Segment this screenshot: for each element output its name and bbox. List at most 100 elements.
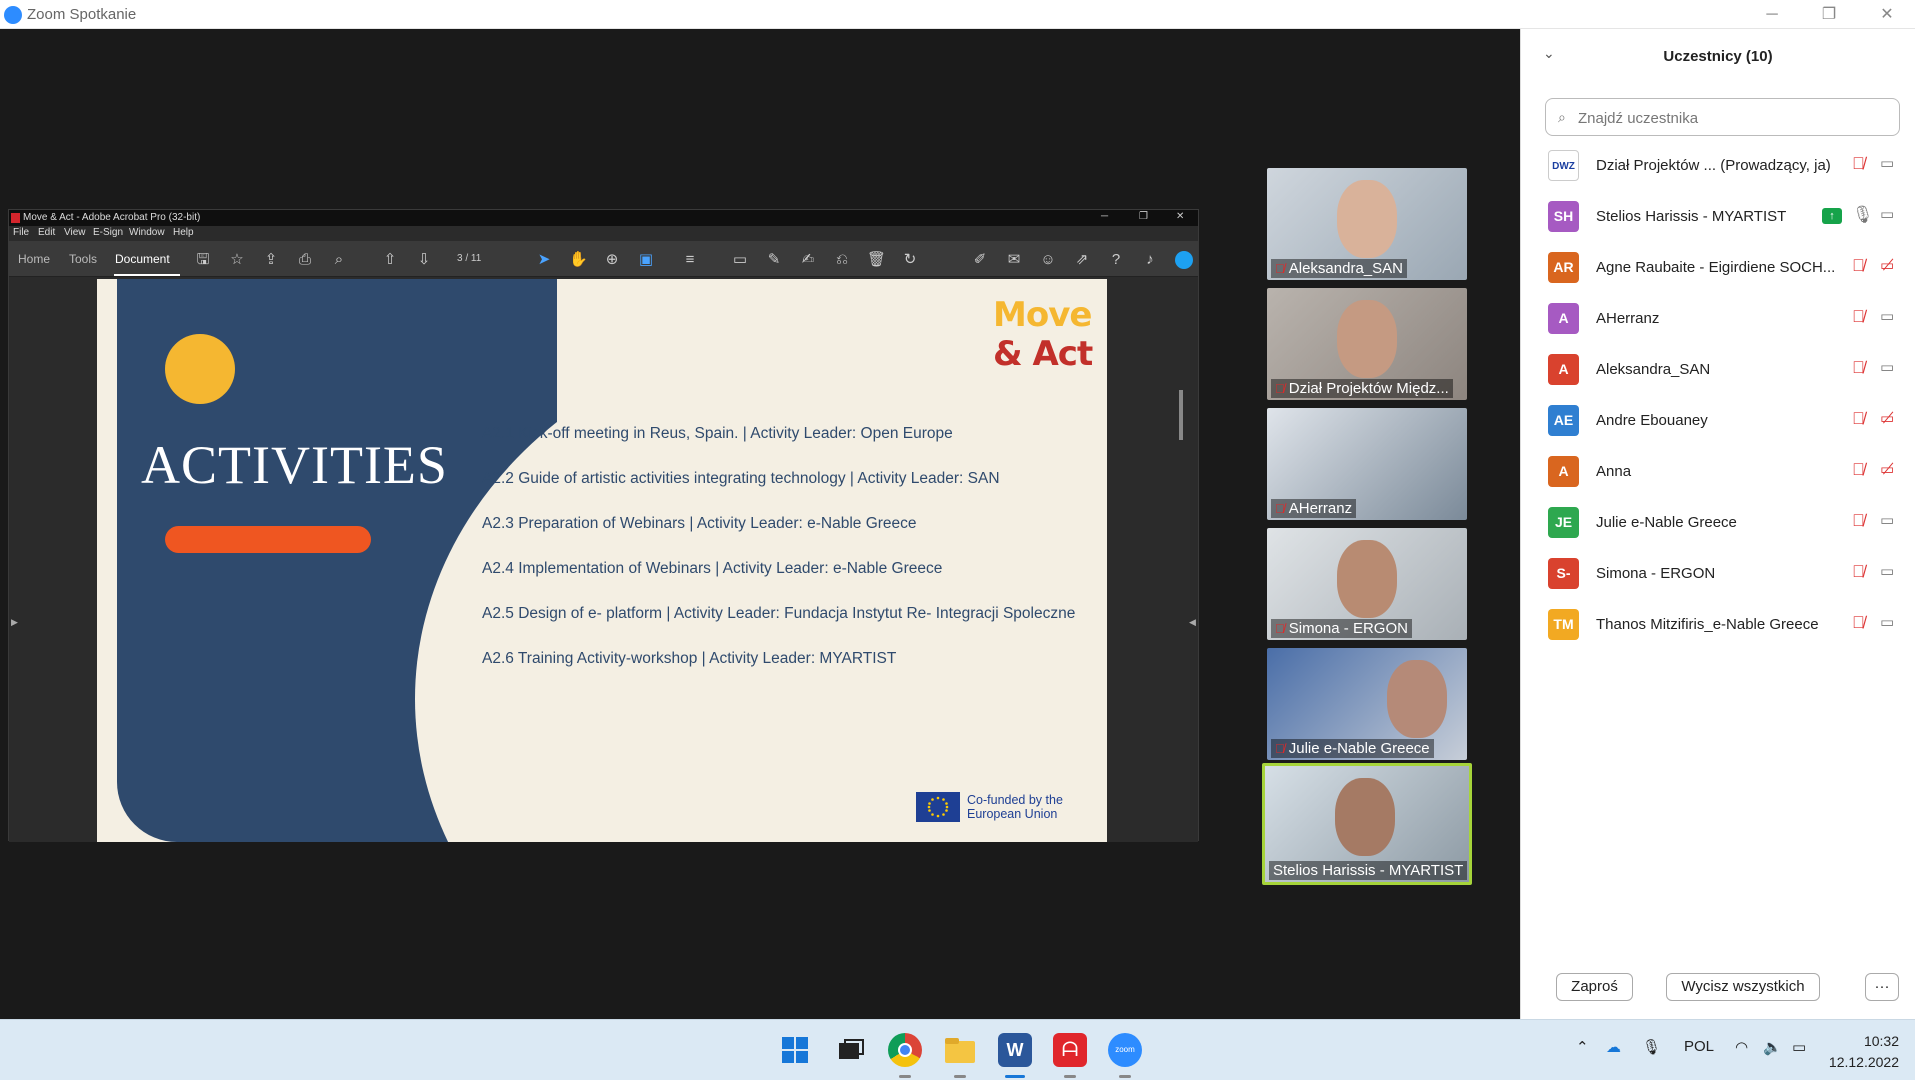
video-tile[interactable]: 🎙̸ Aleksandra_SAN — [1267, 168, 1467, 280]
acrobat-restore-button[interactable]: ❐ — [1139, 211, 1148, 222]
mic-icon[interactable]: 🎙 — [1852, 205, 1874, 225]
camera-icon[interactable]: ▭ — [1880, 511, 1894, 529]
pen-icon[interactable]: ✎ — [765, 251, 783, 269]
tab-home[interactable]: Home — [18, 252, 50, 266]
tab-tools[interactable]: Tools — [69, 252, 97, 266]
page-down-icon[interactable]: ⇩ — [415, 251, 433, 269]
share-icon[interactable]: ⇗ — [1073, 251, 1091, 269]
language-indicator[interactable]: POL — [1684, 1038, 1714, 1055]
stamp-icon[interactable]: ⎌ — [833, 251, 851, 269]
document-scrollbar[interactable] — [1175, 277, 1189, 842]
mic-muted-icon[interactable]: 🎙̸ — [1852, 460, 1865, 480]
camera-icon[interactable]: ▭ — [1880, 205, 1894, 223]
bell-icon[interactable]: ♪ — [1141, 251, 1159, 269]
restore-button[interactable]: ❐ — [1814, 4, 1844, 26]
bookmark-star-icon[interactable]: ☆ — [228, 251, 246, 269]
participant-row[interactable]: AE Andre Ebouaney 🎙̸ ▭̸ — [1521, 395, 1915, 446]
sign-icon[interactable]: ✍ — [799, 251, 817, 269]
zoom-icon[interactable]: zoom — [1108, 1033, 1142, 1067]
acrobat-minimize-button[interactable]: ─ — [1101, 211, 1108, 222]
minimize-button[interactable]: ─ — [1757, 4, 1787, 26]
menu-window[interactable]: Window — [129, 227, 165, 238]
comment-icon[interactable]: ▭ — [731, 251, 749, 269]
volume-icon[interactable]: 🔈 — [1763, 1038, 1782, 1056]
mic-muted-icon[interactable]: 🎙̸ — [1852, 511, 1865, 531]
video-tile[interactable]: 🎙̸ AHerranz — [1267, 408, 1467, 520]
left-pane-toggle-icon[interactable]: ▶ — [11, 617, 18, 628]
mic-muted-icon[interactable]: 🎙̸ — [1852, 358, 1865, 378]
page-up-icon[interactable]: ⇧ — [381, 251, 399, 269]
file-explorer-icon[interactable] — [943, 1033, 977, 1067]
camera-icon[interactable]: ▭ — [1880, 613, 1894, 631]
tray-overflow-chevron-icon[interactable]: ⌃ — [1576, 1038, 1589, 1056]
video-tile[interactable]: 🎙̸ Julie e-Nable Greece — [1267, 648, 1467, 760]
menu-esign[interactable]: E-Sign — [93, 227, 123, 238]
mic-muted-icon[interactable]: 🎙̸ — [1852, 613, 1865, 633]
participant-row[interactable]: A AHerranz 🎙̸ ▭ — [1521, 293, 1915, 344]
close-button[interactable]: ✕ — [1872, 4, 1902, 26]
participant-row[interactable]: A Anna 🎙̸ ▭̸ — [1521, 446, 1915, 497]
camera-icon[interactable]: ▭ — [1880, 358, 1894, 376]
rotate-icon[interactable]: ↻ — [901, 251, 919, 269]
edit-icon[interactable]: ✐ — [971, 251, 989, 269]
camera-off-icon[interactable]: ▭̸ — [1880, 409, 1894, 427]
hand-tool-icon[interactable]: ✋ — [569, 251, 588, 269]
invite-button[interactable]: Zaproś — [1556, 973, 1633, 1001]
account-icon[interactable]: ☺ — [1039, 251, 1057, 269]
acrobat-icon[interactable]: ᗩ — [1053, 1033, 1087, 1067]
menu-view[interactable]: View — [64, 227, 86, 238]
mic-muted-icon[interactable]: 🎙̸ — [1852, 307, 1865, 327]
upload-icon[interactable]: ⇪ — [262, 251, 280, 269]
more-options-button[interactable]: ··· — [1865, 973, 1899, 1001]
mic-muted-icon[interactable]: 🎙̸ — [1852, 154, 1865, 174]
menu-file[interactable]: File — [13, 227, 29, 238]
camera-icon[interactable]: ▭ — [1880, 154, 1894, 172]
highlight-icon[interactable]: ≡ — [681, 251, 699, 269]
participant-row[interactable]: A Aleksandra_SAN 🎙̸ ▭ — [1521, 344, 1915, 395]
menu-edit[interactable]: Edit — [38, 227, 55, 238]
participant-row[interactable]: JE Julie e-Nable Greece 🎙̸ ▭ — [1521, 497, 1915, 548]
menu-help[interactable]: Help — [173, 227, 194, 238]
task-view-icon[interactable] — [833, 1033, 867, 1067]
video-tile-active-speaker[interactable]: Stelios Harissis - MYARTIST — [1262, 763, 1472, 885]
delete-icon[interactable]: 🗑 — [867, 251, 886, 269]
mic-muted-icon[interactable]: 🎙̸ — [1852, 409, 1865, 429]
zoom-in-icon[interactable]: ⊕ — [603, 251, 621, 269]
save-icon[interactable]: 🖫 — [194, 251, 212, 269]
participant-row[interactable]: AR Agne Raubaite - Eigirdiene SOCH... 🎙̸… — [1521, 242, 1915, 293]
video-tile[interactable]: 🎙̸ Dział Projektów Międz... — [1267, 288, 1467, 400]
clock-time[interactable]: 10:32 — [1799, 1033, 1899, 1049]
participant-search-input[interactable] — [1578, 108, 1888, 128]
windows-start-icon[interactable] — [778, 1033, 812, 1067]
word-icon[interactable]: W — [998, 1033, 1032, 1067]
mic-muted-icon[interactable]: 🎙̸ — [1852, 562, 1865, 582]
participant-row[interactable]: SH Stelios Harissis - MYARTIST ↑ 🎙 ▭ — [1521, 191, 1915, 242]
camera-icon[interactable]: ▭ — [1880, 307, 1894, 325]
camera-off-icon[interactable]: ▭̸ — [1880, 460, 1894, 478]
help-icon[interactable]: ? — [1107, 251, 1125, 269]
profile-icon[interactable] — [1175, 251, 1193, 269]
participant-row[interactable]: TM Thanos Mitzifiris_e-Nable Greece 🎙̸ ▭ — [1521, 599, 1915, 650]
search-icon[interactable]: ⌕ — [330, 251, 348, 269]
acrobat-close-button[interactable]: ✕ — [1176, 211, 1184, 222]
mute-all-button[interactable]: Wycisz wszystkich — [1666, 973, 1820, 1001]
fit-page-icon[interactable]: ▣ — [637, 251, 655, 269]
select-cursor-icon[interactable]: ➤ — [535, 251, 553, 269]
clock-date[interactable]: 12.12.2022 — [1799, 1054, 1899, 1070]
tab-document[interactable]: Document — [115, 252, 170, 266]
camera-off-icon[interactable]: ▭̸ — [1880, 256, 1894, 274]
participant-row[interactable]: S- Simona - ERGON 🎙̸ ▭ — [1521, 548, 1915, 599]
participant-row[interactable]: DWZ Dział Projektów ... (Prowadzący, ja)… — [1521, 140, 1915, 191]
camera-icon[interactable]: ▭ — [1880, 562, 1894, 580]
right-pane-toggle-icon[interactable]: ◀ — [1189, 617, 1196, 628]
scrollbar-thumb[interactable] — [1179, 390, 1183, 440]
page-indicator[interactable]: 3 / 11 — [457, 253, 481, 264]
print-icon[interactable]: ⎙ — [296, 251, 314, 269]
mail-icon[interactable]: ✉ — [1005, 251, 1023, 269]
wifi-icon[interactable]: ◠ — [1735, 1038, 1748, 1056]
chrome-icon[interactable] — [888, 1033, 922, 1067]
microphone-icon[interactable]: 🎙 — [1642, 1038, 1661, 1056]
video-tile[interactable]: 🎙̸ Simona - ERGON — [1267, 528, 1467, 640]
onedrive-cloud-icon[interactable]: ☁ — [1606, 1038, 1621, 1056]
mic-muted-icon[interactable]: 🎙̸ — [1852, 256, 1865, 276]
